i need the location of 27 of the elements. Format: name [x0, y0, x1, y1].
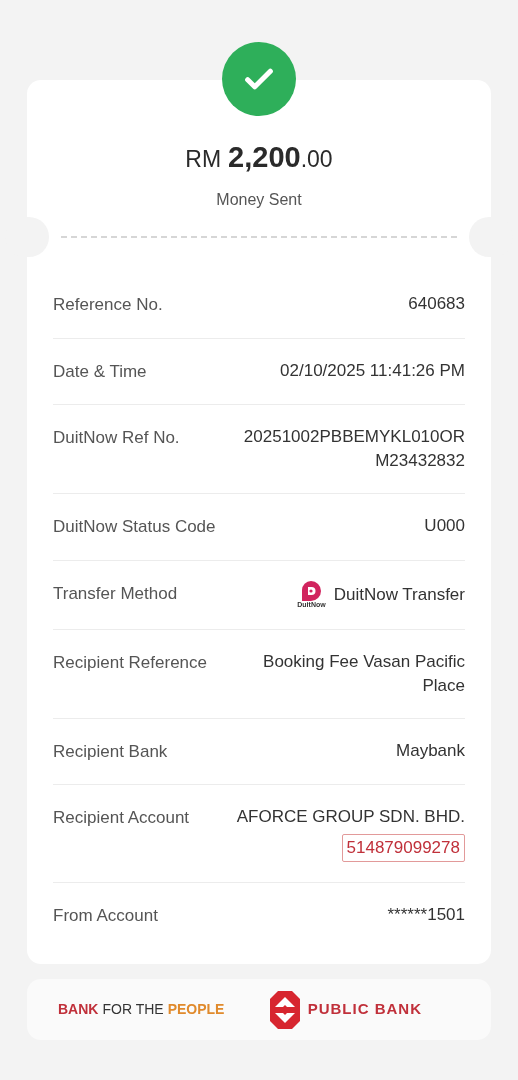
status-text: Money Sent: [216, 189, 302, 210]
field-value: DuitNow Transfer: [333, 583, 465, 606]
field-value: Booking Fee Vasan Pacific Place: [262, 650, 465, 697]
field-label: Recipient Account: [53, 807, 190, 829]
field-value: Maybank: [396, 739, 465, 762]
cents-text: .00: [300, 145, 333, 174]
field-label: Transfer Method: [53, 582, 178, 605]
duitnow-logo-icon: [300, 580, 323, 601]
field-value: ******1501: [387, 903, 465, 926]
field-value: 02/10/2025 11:41:26 PM: [280, 359, 465, 382]
field-label: Date & Time: [53, 360, 147, 383]
bank-name: PUBLIC BANK: [307, 999, 422, 1020]
amount-text: 2,200: [228, 140, 301, 175]
field-value: 20251002PBBEMYKL010OR M23432832: [242, 426, 465, 472]
field-value: 640683: [408, 293, 465, 315]
bank-logo-icon: [269, 990, 300, 1029]
field-label: Recipient Bank: [53, 740, 168, 763]
field-value: AFORCE GROUP SDN. BHD.: [236, 806, 465, 828]
field-value: U000: [424, 515, 465, 537]
account-number: 514879099278: [341, 834, 465, 862]
field-label: DuitNow Ref No.: [53, 427, 180, 449]
slogan-text: BANK FOR THE PEOPLE: [58, 1000, 225, 1019]
field-label: From Account: [53, 904, 158, 927]
field-label: DuitNow Status Code: [53, 516, 216, 538]
currency-label: RM: [185, 145, 222, 174]
field-label: Reference No.: [53, 294, 163, 316]
field-label: Recipient Reference: [53, 651, 208, 674]
